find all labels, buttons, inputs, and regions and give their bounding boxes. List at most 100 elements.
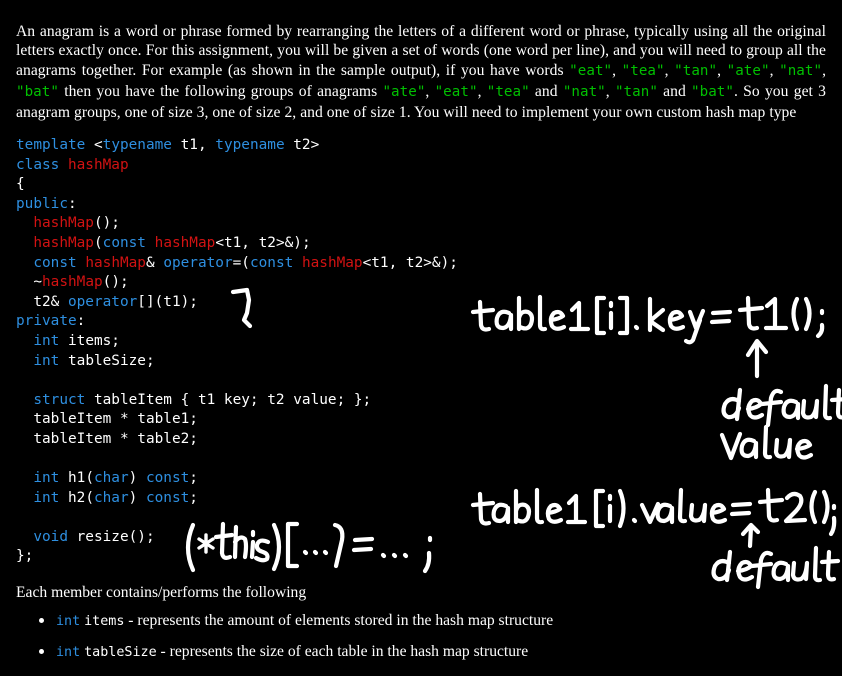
- handwritten-caption-default-key: [721, 383, 842, 428]
- code-line: tableItem * table2;: [16, 430, 616, 450]
- code-token: ): [128, 470, 146, 487]
- code-token: int: [33, 470, 60, 487]
- code-token: :: [67, 195, 77, 212]
- sep: ,: [425, 82, 435, 100]
- code-token: h1(: [59, 470, 94, 487]
- code-token: <t1, t2>&);: [362, 254, 458, 271]
- code-token: const: [145, 489, 190, 506]
- code-token: resize();: [67, 528, 155, 545]
- group-word-tea: "tea": [486, 83, 530, 100]
- code-line: int h2(char) const;: [16, 489, 616, 509]
- member-list: int items - represents the amount of ele…: [0, 610, 820, 672]
- intro-paragraph: An anagram is a word or phrase formed by…: [16, 22, 826, 123]
- member-name: tableSize: [84, 645, 157, 660]
- code-line: private:: [16, 312, 616, 332]
- code-token: ();: [93, 215, 120, 232]
- code-line: void resize();: [16, 528, 616, 548]
- code-line: hashMap();: [16, 214, 616, 234]
- code-line: const hashMap& operator=(const hashMap<t…: [16, 254, 616, 274]
- group-word-eat: "eat": [434, 83, 478, 100]
- code-token: tableSize;: [59, 352, 155, 369]
- code-line: public:: [16, 195, 616, 215]
- word-tea: "tea": [621, 63, 665, 80]
- code-token: :: [76, 313, 86, 330]
- handwritten-arrow-up-value-icon: [740, 522, 761, 549]
- code-token: tableItem { t1 key; t2 value; };: [85, 391, 372, 408]
- code-token: ~: [16, 274, 42, 291]
- member-type: int: [56, 614, 81, 629]
- bullet-icon: [39, 649, 44, 654]
- code-token: const: [249, 254, 294, 271]
- sep: ,: [717, 62, 727, 80]
- code-token: const: [145, 470, 190, 487]
- code-token: hashMap: [154, 234, 216, 251]
- code-token: char: [93, 470, 129, 487]
- intro-text-part4: and: [657, 82, 692, 100]
- word-ate: "ate": [726, 63, 770, 80]
- code-token: typename: [102, 137, 172, 153]
- code-token: template: [16, 137, 94, 153]
- handwritten-caption-value-key: [719, 424, 814, 461]
- code-line: tableItem * table1;: [16, 410, 616, 430]
- group-word-bat: "bat": [691, 83, 734, 100]
- code-token: tableItem * table1;: [16, 411, 198, 428]
- intro-text-part2: then you have the following groups of an…: [58, 82, 383, 100]
- code-token: int: [33, 332, 60, 349]
- list-item: int tableSize - represents the size of e…: [0, 641, 820, 663]
- code-line: int h1(char) const;: [16, 469, 616, 489]
- code-token: private: [16, 313, 77, 330]
- code-line: struct tableItem { t1 key; t2 value; };: [16, 391, 616, 411]
- group-word-ate: "ate": [382, 83, 426, 100]
- code-token: h2(: [59, 489, 94, 506]
- member-dash: -: [124, 612, 138, 629]
- code-token: struct: [33, 391, 86, 408]
- sep: ,: [822, 62, 827, 80]
- code-token: [](t1);: [137, 293, 198, 310]
- member-dash: -: [156, 643, 170, 660]
- code-token: public: [16, 195, 68, 212]
- code-token: <: [93, 137, 103, 153]
- code-token: const: [33, 254, 77, 271]
- code-line: hashMap(const hashMap<t1, t2>&);: [16, 234, 616, 254]
- code-token: const: [102, 234, 146, 251]
- code-token: operator: [163, 254, 233, 271]
- code-token: typename: [215, 137, 285, 153]
- code-token: {: [16, 176, 25, 193]
- word-tan: "tan": [674, 63, 718, 80]
- code-token: items;: [59, 332, 120, 349]
- word-eat: "eat": [569, 63, 613, 80]
- code-token: t2&: [16, 293, 68, 310]
- code-token: ;: [189, 489, 198, 506]
- code-token: int: [33, 489, 60, 506]
- code-line: {: [16, 175, 616, 195]
- word-bat: "bat": [16, 83, 59, 100]
- word-nat: "nat": [779, 63, 823, 80]
- code-line: template <typename t1, typename t2>: [16, 136, 616, 156]
- member-type: int: [56, 645, 81, 660]
- group-word-nat: "nat": [562, 83, 606, 100]
- sep: ,: [664, 62, 675, 80]
- code-line: int tableSize;: [16, 352, 616, 372]
- code-line: class hashMap: [16, 156, 616, 176]
- code-line: t2& operator[](t1);: [16, 293, 616, 313]
- code-token: hashMap: [42, 274, 103, 291]
- code-token: =(: [232, 254, 250, 271]
- code-token: hashMap: [33, 215, 94, 232]
- code-line: ~hashMap();: [16, 273, 616, 293]
- handwritten-caption-default-value: [711, 545, 841, 590]
- code-token: void: [33, 528, 68, 545]
- member-name: items: [84, 614, 125, 629]
- intro-text-part3: and: [529, 82, 563, 100]
- code-token: hashMap: [67, 156, 129, 173]
- code-token: hashMap: [85, 254, 146, 271]
